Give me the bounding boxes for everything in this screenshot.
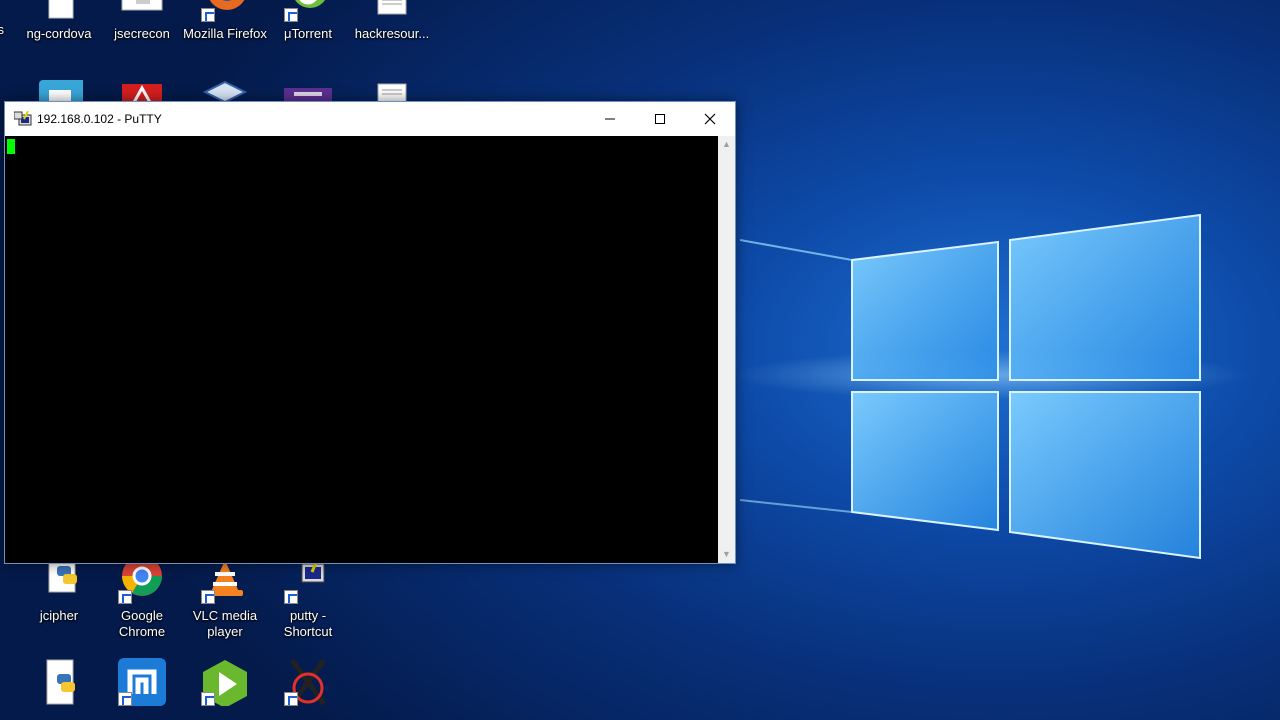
maxthon-icon <box>118 658 166 706</box>
desktop-icon-hackresources[interactable]: hackresour... <box>350 0 434 42</box>
shortcut-arrow-icon <box>118 590 132 604</box>
title-bar[interactable]: 192.168.0.102 - PuTTY <box>5 102 735 136</box>
desktop-icon-utorrent[interactable]: μTorrent <box>266 0 350 42</box>
desktop-icon-label: ng-cordova <box>26 26 92 41</box>
desktop-icon-row5-3[interactable] <box>183 658 267 710</box>
xming-icon <box>284 658 332 706</box>
shortcut-arrow-icon <box>201 692 215 706</box>
putty-window[interactable]: 192.168.0.102 - PuTTY ▲ ▼ <box>4 101 736 564</box>
shortcut-arrow-icon <box>284 590 298 604</box>
firefox-icon <box>201 0 249 22</box>
desktop-icon-label: jsecrecon <box>114 26 170 41</box>
desktop-icon-label: μTorrent <box>284 26 332 41</box>
desktop-icon-label: putty - Shortcut <box>283 608 333 639</box>
desktop-icon-label: s <box>0 22 4 37</box>
desktop-icon-row5-2[interactable] <box>100 658 184 710</box>
shortcut-arrow-icon <box>118 692 132 706</box>
desktop-icon-label: jcipher <box>39 608 79 623</box>
close-button[interactable] <box>685 102 735 136</box>
desktop-icon-row5-1[interactable] <box>17 658 101 710</box>
media-player-icon <box>201 658 249 708</box>
desktop-icon-partial[interactable]: s <box>0 22 4 38</box>
scroll-up-icon[interactable]: ▲ <box>718 136 735 153</box>
desktop-icon-chrome[interactable]: Google Chrome <box>100 556 184 640</box>
putty-app-icon <box>14 111 32 126</box>
minimize-button[interactable] <box>585 102 635 136</box>
desktop-icon-jsecrecon[interactable]: jsecrecon <box>100 0 184 42</box>
maximize-button[interactable] <box>635 102 685 136</box>
shortcut-arrow-icon <box>284 8 298 22</box>
shortcut-arrow-icon <box>284 692 298 706</box>
shortcut-arrow-icon <box>201 590 215 604</box>
window-title: 192.168.0.102 - PuTTY <box>37 112 162 126</box>
vertical-scrollbar[interactable]: ▲ ▼ <box>718 136 735 563</box>
maximize-icon <box>655 114 665 124</box>
close-icon <box>704 113 716 125</box>
desktop-icon-label: Mozilla Firefox <box>183 26 267 41</box>
folder-icon <box>35 0 83 22</box>
desktop-icon-putty-shortcut[interactable]: putty - Shortcut <box>266 556 350 640</box>
text-file-icon <box>368 0 416 22</box>
desktop-icon-label: hackresour... <box>354 26 430 41</box>
python-file-icon <box>35 658 83 706</box>
desktop-icon-vlc[interactable]: VLC media player <box>183 556 267 640</box>
terminal-area[interactable] <box>5 136 718 563</box>
windows-logo <box>740 213 1201 560</box>
utorrent-icon <box>284 0 332 22</box>
desktop-icon-firefox[interactable]: Mozilla Firefox <box>183 0 267 42</box>
scroll-down-icon[interactable]: ▼ <box>718 546 735 563</box>
desktop-icon-jcipher[interactable]: jcipher <box>17 556 101 624</box>
terminal-cursor <box>7 139 15 154</box>
desktop-icon-label: Google Chrome <box>118 608 166 639</box>
desktop-icon-row5-4[interactable] <box>266 658 350 710</box>
minimize-icon <box>605 118 615 120</box>
shortcut-arrow-icon <box>201 8 215 22</box>
file-icon <box>118 0 166 22</box>
desktop-icon-label: VLC media player <box>192 608 258 639</box>
desktop-icon-ng-cordova[interactable]: ng-cordova <box>17 0 101 42</box>
